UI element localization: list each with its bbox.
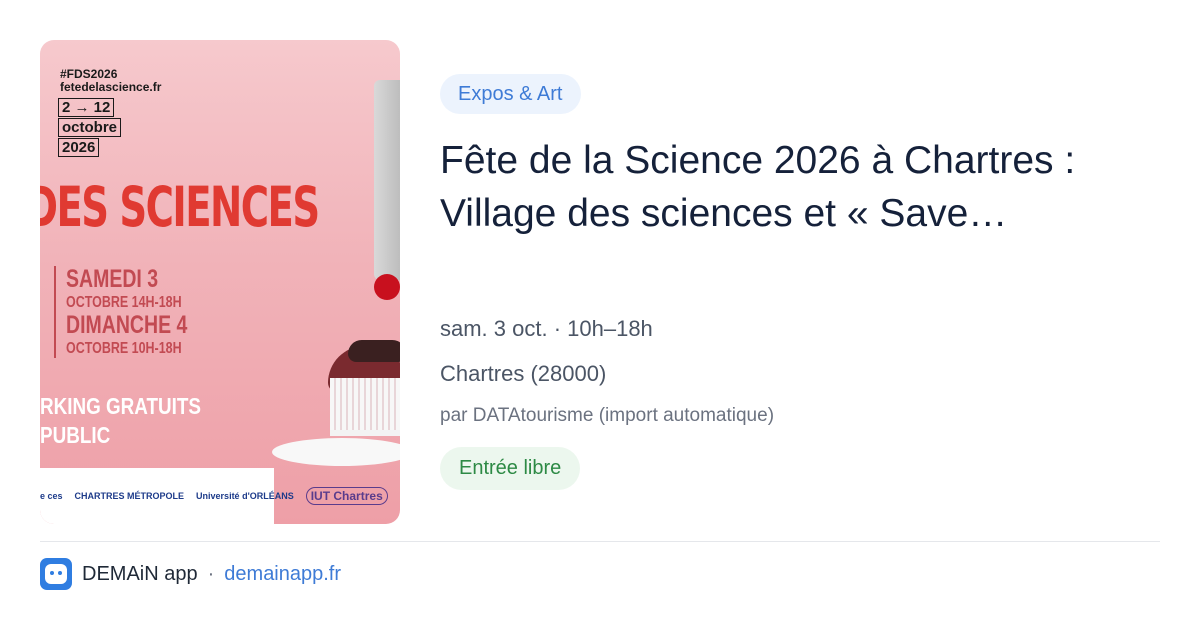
footer: DEMAiN app · demainapp.fr: [40, 558, 341, 590]
poster-schedule-day: DIMANCHE 4: [66, 311, 188, 339]
poster-schedule-day: SAMEDI 3: [66, 265, 159, 293]
partner-logo: Université d'ORLÉANS: [196, 491, 294, 501]
poster-schedule: SAMEDI 3 OCTOBRE 14H-18H DIMANCHE 4 OCTO…: [54, 266, 222, 358]
poster-dates: 2 → 12 octobre 2026: [58, 98, 122, 158]
poster-schedule-hours: OCTOBRE 10H-18H: [66, 340, 182, 357]
event-title[interactable]: Fête de la Science 2026 à Chartres : Vil…: [440, 134, 1160, 240]
poster-parking-line: PUBLIC: [40, 422, 111, 448]
partner-logo: CHARTRES MÉTROPOLE: [74, 491, 185, 501]
event-datetime: sam. 3 oct. · 10h–18h: [440, 316, 653, 341]
robot-arm-graphic: [374, 80, 400, 280]
cupcake-wrapper: [330, 378, 400, 436]
partner-logo: e ces: [40, 491, 63, 501]
app-logo-icon: [40, 558, 72, 590]
footer-divider: [40, 541, 1160, 542]
app-name: DEMAiN app: [82, 562, 198, 585]
event-source: par DATAtourisme (import automatique): [440, 405, 775, 426]
poster-headline: DES SCIENCES: [40, 175, 320, 239]
cherry-graphic: [374, 274, 400, 300]
poster-date-line: 2 → 12: [58, 98, 115, 117]
poster-parking-line: RKING GRATUITS: [40, 393, 202, 419]
poster-tag: #FDS2026 fetedelascience.fr: [60, 68, 161, 94]
category-badge[interactable]: Expos & Art: [440, 74, 581, 114]
event-poster-image[interactable]: #FDS2026 fetedelascience.fr 2 → 12 octob…: [40, 40, 400, 524]
cupcake-graphic: [326, 336, 400, 436]
poster-date-line: octobre: [58, 118, 122, 137]
plate-graphic: [272, 438, 400, 466]
poster-parking: RKING GRATUITS PUBLIC: [40, 392, 201, 450]
poster-site: fetedelascience.fr: [60, 80, 162, 94]
chocolate-topping: [348, 340, 400, 362]
partner-logos: e ces CHARTRES MÉTROPOLE Université d'OR…: [40, 468, 400, 524]
footer-separator: ·: [207, 562, 215, 585]
poster-schedule-hours: OCTOBRE 14H-18H: [66, 294, 182, 311]
price-badge: Entrée libre: [440, 447, 581, 490]
poster-date-line: 2026: [58, 138, 100, 157]
app-domain-link[interactable]: demainapp.fr: [224, 563, 341, 586]
partner-logo: IUT Chartres: [305, 487, 388, 505]
event-location: Chartres (28000): [440, 361, 607, 386]
